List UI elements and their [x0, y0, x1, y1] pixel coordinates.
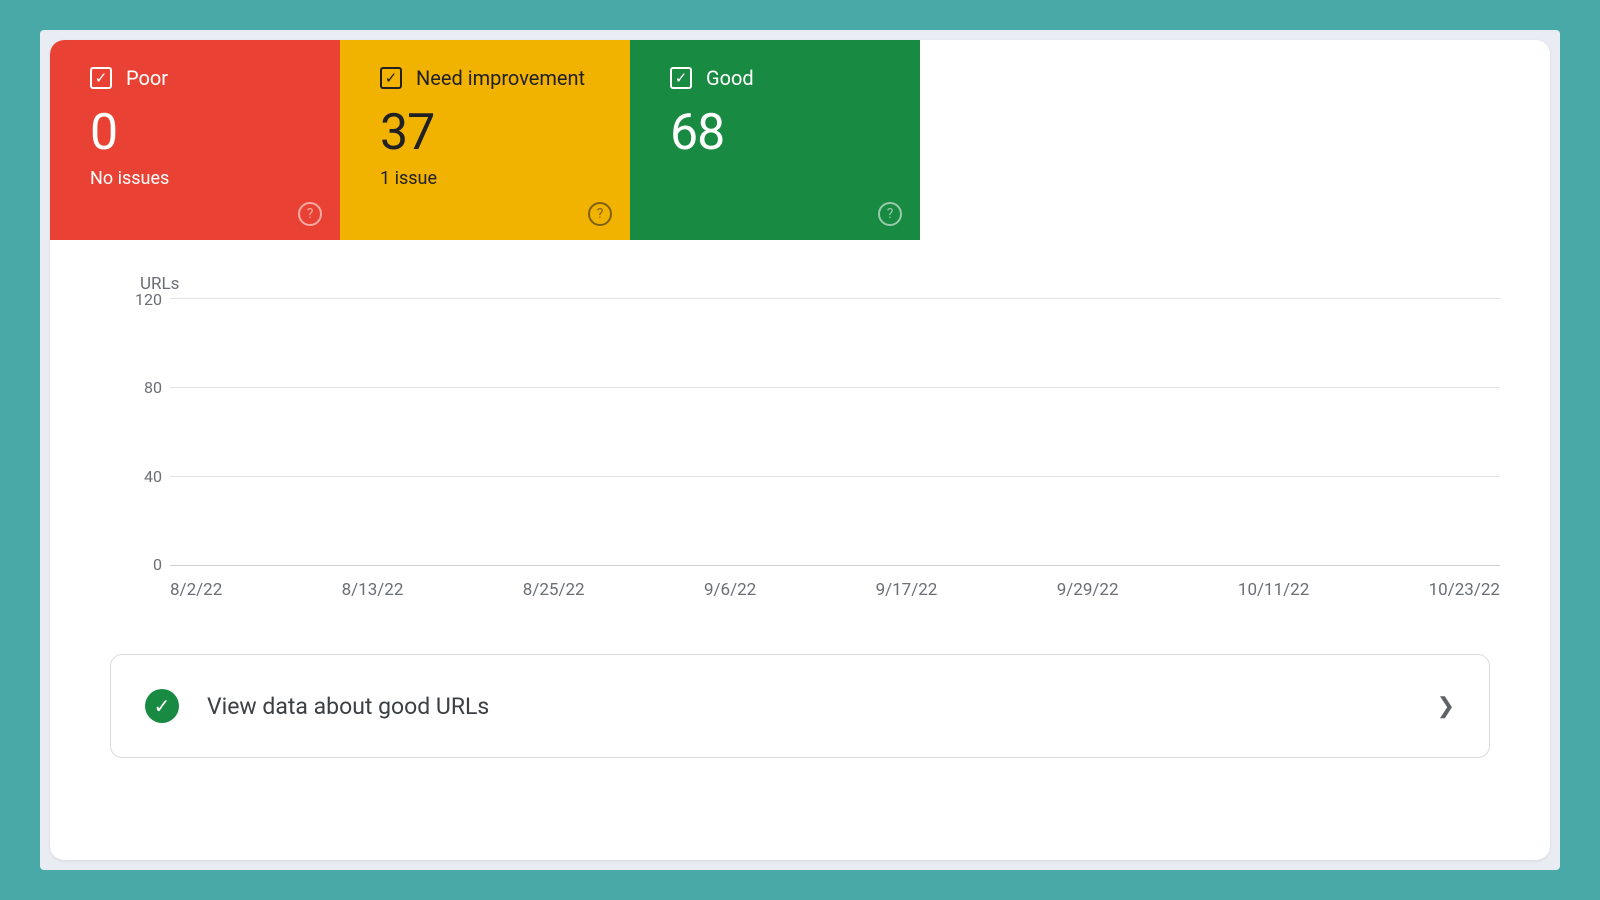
x-axis-ticks: 8/2/22 8/13/22 8/25/22 9/6/22 9/17/22 9/29/22…: [170, 580, 1500, 600]
checkbox-icon[interactable]: ✓: [380, 67, 402, 89]
checkmark-circle-icon: ✓: [145, 689, 179, 723]
chart-bars: [170, 298, 1500, 566]
x-tick: 9/17/22: [876, 580, 938, 600]
summary-tiles: ✓ Poor 0 No issues ? ✓ Need improvement …: [50, 40, 1550, 240]
x-tick: 8/25/22: [523, 580, 585, 600]
checkbox-icon[interactable]: ✓: [90, 67, 112, 89]
view-good-urls-link[interactable]: ✓ View data about good URLs ❯: [110, 654, 1490, 758]
y-axis-ticks: 12080400: [122, 290, 162, 574]
x-tick: 10/23/22: [1429, 580, 1500, 600]
help-icon[interactable]: ?: [588, 202, 612, 226]
x-tick: 10/11/22: [1238, 580, 1309, 600]
report-card: ✓ Poor 0 No issues ? ✓ Need improvement …: [50, 40, 1550, 860]
tile-poor-label: Poor: [126, 66, 168, 90]
tile-good[interactable]: ✓ Good 68 ?: [630, 40, 920, 240]
help-icon[interactable]: ?: [878, 202, 902, 226]
tile-need-sub: 1 issue: [380, 168, 602, 189]
x-tick: 9/29/22: [1057, 580, 1119, 600]
link-text: View data about good URLs: [207, 693, 1437, 720]
tile-poor[interactable]: ✓ Poor 0 No issues ?: [50, 40, 340, 240]
checkbox-icon[interactable]: ✓: [670, 67, 692, 89]
page-background: ✓ Poor 0 No issues ? ✓ Need improvement …: [40, 30, 1560, 870]
x-tick: 8/13/22: [342, 580, 404, 600]
stacked-bar-chart: 12080400: [170, 298, 1500, 566]
tile-poor-value: 0: [90, 104, 312, 162]
tile-need-label: Need improvement: [416, 66, 585, 90]
chart-area: URLs 12080400 8/2/22 8/13/22 8/25/22 9/6/22…: [50, 240, 1550, 600]
tile-need-improvement[interactable]: ✓ Need improvement 37 1 issue ?: [340, 40, 630, 240]
help-icon[interactable]: ?: [298, 202, 322, 226]
x-tick: 8/2/22: [170, 580, 222, 600]
tile-need-value: 37: [380, 104, 602, 162]
chevron-right-icon: ❯: [1437, 694, 1455, 719]
tile-poor-sub: No issues: [90, 168, 312, 189]
x-tick: 9/6/22: [704, 580, 756, 600]
tile-good-value: 68: [670, 104, 892, 162]
y-axis-title: URLs: [140, 274, 1530, 294]
tile-good-label: Good: [706, 66, 754, 90]
